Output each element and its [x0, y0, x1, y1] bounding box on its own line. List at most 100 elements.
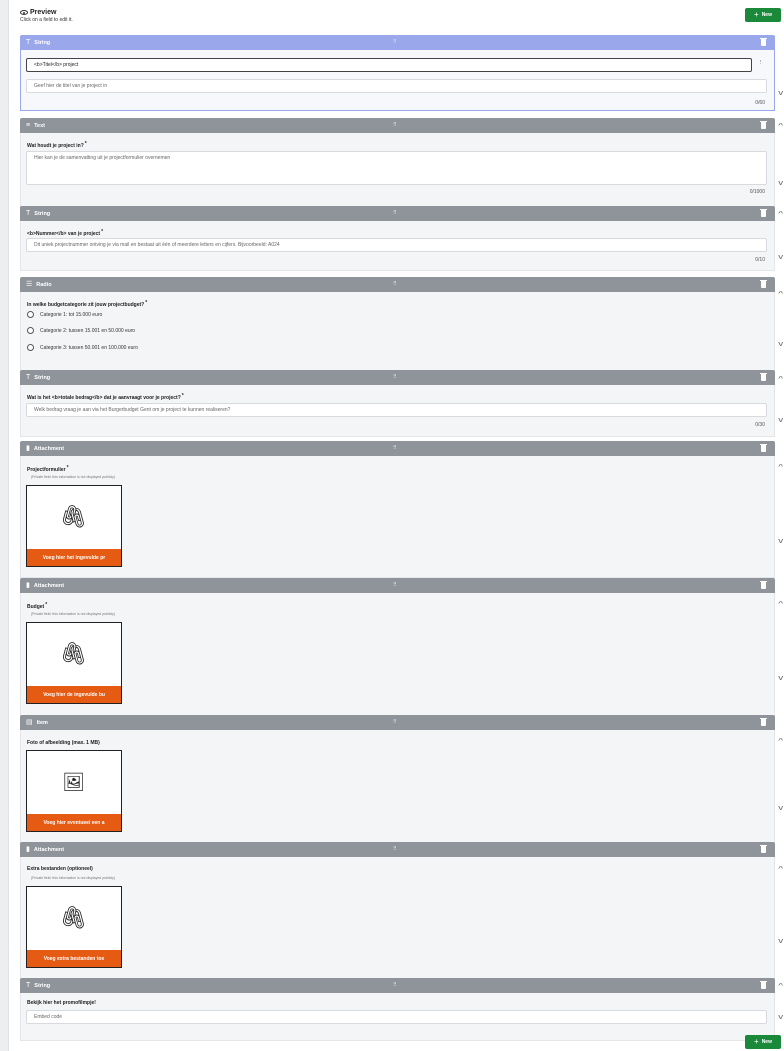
trash-icon[interactable]: [760, 580, 767, 589]
list-type-icon: ☰: [26, 281, 33, 288]
field-header[interactable]: T String ⠿: [20, 206, 775, 221]
field-body: Wat is het <b>totale bedrag</b> dat je a…: [20, 385, 775, 437]
chevron-down-icon[interactable]: v: [778, 675, 783, 682]
drag-handle-icon[interactable]: ⠿: [393, 122, 397, 128]
field-block-extra-files[interactable]: ▮ Attachment ⠿ Extra bestanden (optionee…: [20, 842, 775, 981]
drag-handle-icon[interactable]: ⠿: [393, 719, 397, 725]
field-type-label: String: [34, 210, 51, 217]
new-button-bottom[interactable]: + New: [745, 1035, 781, 1049]
trash-icon[interactable]: [760, 717, 767, 726]
chevron-down-icon[interactable]: v: [778, 538, 783, 545]
eye-icon: [20, 10, 28, 15]
field-header[interactable]: ☰ Radio ⠿: [20, 277, 775, 292]
upload-button[interactable]: Voeg hier de ingevulde bu: [27, 686, 121, 703]
chevron-up-icon[interactable]: ^: [778, 983, 783, 990]
chevron-down-icon[interactable]: v: [778, 341, 783, 348]
chevron-up-icon[interactable]: ^: [778, 866, 783, 873]
attachment-dropzone[interactable]: 🖇 Voeg extra bestanden toe: [26, 886, 122, 968]
radio-option[interactable]: Categorie 1: tot 15.000 euro: [27, 311, 102, 318]
embed-code-input[interactable]: Embed code: [26, 1010, 767, 1024]
chevron-up-icon[interactable]: ^: [778, 464, 783, 471]
radio-circle-icon[interactable]: [27, 327, 34, 334]
field-body: Wat houdt je project in?* Hier kan je de…: [20, 133, 775, 211]
field-block-photo[interactable]: ▤ Item ⠿ Foto of afbeelding (max. 1 MB) …: [20, 715, 775, 844]
field-type-label: String: [34, 374, 51, 381]
paperclip-icon: 🖇: [59, 641, 88, 666]
image-dropzone[interactable]: 🖼 Voeg hier eventueel een a: [26, 750, 122, 832]
trash-icon[interactable]: [760, 372, 767, 381]
required-toggle-icon[interactable]: .:: [760, 58, 764, 66]
field-block-title[interactable]: T String ⠿ <b>Titel</b> project Geef hie…: [20, 35, 775, 111]
trash-icon[interactable]: [760, 279, 767, 288]
trash-icon[interactable]: [760, 443, 767, 452]
field-block-amount[interactable]: T String ⠿ Wat is het <b>totale bedrag</…: [20, 370, 775, 437]
field-block-summary[interactable]: ≡ Text ⠿ Wat houdt je project in?* Hier …: [20, 118, 775, 211]
field-header[interactable]: ▮ Attachment ⠿: [20, 842, 775, 857]
field-header[interactable]: T String ⠿: [20, 370, 775, 385]
field-header[interactable]: ≡ Text ⠿: [20, 118, 775, 133]
field-type-label: Text: [34, 122, 45, 129]
drag-handle-icon[interactable]: ⠿: [393, 982, 397, 988]
chevron-up-icon[interactable]: ^: [778, 601, 783, 608]
drag-handle-icon[interactable]: ⠿: [393, 210, 397, 216]
trash-icon[interactable]: [760, 208, 767, 217]
field-label: Bekijk hier het promofilmpje!: [27, 1000, 96, 1006]
label-editor-input[interactable]: <b>Titel</b> project: [26, 58, 752, 72]
project-number-input[interactable]: Dit uniek projectnummer ontving je via m…: [26, 238, 767, 252]
field-type-label: String: [34, 39, 51, 46]
field-block-budget[interactable]: ▮ Attachment ⠿ Budget* (Private field: t…: [20, 578, 775, 716]
attachment-dropzone[interactable]: 🖇 Voeg hier het ingevulde pr: [26, 485, 122, 567]
upload-button[interactable]: Voeg hier eventueel een a: [27, 814, 121, 831]
field-type-label: Attachment: [33, 445, 65, 452]
chevron-down-icon[interactable]: v: [778, 805, 783, 812]
new-button-top[interactable]: + New: [745, 8, 781, 22]
chevron-down-icon[interactable]: v: [778, 90, 783, 97]
plus-icon: +: [754, 10, 759, 19]
field-header[interactable]: ▮ Attachment ⠿: [20, 578, 775, 593]
field-body: Foto of afbeelding (max. 1 MB) 🖼 Voeg hi…: [20, 730, 775, 844]
summary-textarea[interactable]: Hier kan je de samenvatting uit je proje…: [26, 151, 767, 185]
radio-circle-icon[interactable]: [27, 344, 34, 351]
upload-button[interactable]: Voeg hier het ingevulde pr: [27, 549, 121, 566]
field-block-budget-category[interactable]: ☰ Radio ⠿ In welke budgetcategorie zit j…: [20, 277, 775, 371]
paperclip-icon: 🖇: [59, 504, 88, 529]
placeholder-input[interactable]: Geef hier de titel van je project in: [26, 79, 767, 93]
field-header[interactable]: T String ⠿: [20, 35, 775, 50]
chevron-up-icon[interactable]: ^: [778, 376, 783, 383]
trash-icon[interactable]: [760, 37, 767, 46]
field-header[interactable]: ▤ Item ⠿: [20, 715, 775, 730]
image-icon: 🖼: [62, 771, 85, 792]
upload-button[interactable]: Voeg extra bestanden toe: [27, 950, 121, 967]
chevron-down-icon[interactable]: v: [778, 417, 783, 424]
drag-handle-icon[interactable]: ⠿: [393, 374, 397, 380]
chevron-up-icon[interactable]: ^: [778, 123, 783, 130]
radio-option[interactable]: Categorie 2: tussen 15.001 en 50.000 eur…: [27, 327, 135, 334]
amount-input[interactable]: Welk bedrag vraag je aan via het Burgerb…: [26, 403, 767, 417]
drag-handle-icon[interactable]: ⠿: [393, 445, 397, 451]
field-header[interactable]: ▮ Attachment ⠿: [20, 441, 775, 456]
field-body: <b>Nummer</b> van je project* Dit uniek …: [20, 221, 775, 271]
field-label: Wat is het <b>totale bedrag</b> dat je a…: [27, 393, 184, 401]
field-block-project-form[interactable]: ▮ Attachment ⠿ Projectformulier* (Privat…: [20, 441, 775, 578]
chevron-down-icon[interactable]: v: [778, 1014, 783, 1021]
radio-option[interactable]: Categorie 3: tussen 50.001 en 100.000 eu…: [27, 344, 138, 351]
field-block-promo-video[interactable]: T String ⠿ Bekijk hier het promofilmpje!…: [20, 978, 775, 1041]
chevron-down-icon[interactable]: v: [778, 254, 783, 261]
chevron-up-icon[interactable]: ^: [778, 291, 783, 298]
drag-handle-icon[interactable]: ⠿: [393, 39, 397, 45]
drag-handle-icon[interactable]: ⠿: [393, 846, 397, 852]
chevron-down-icon[interactable]: v: [778, 938, 783, 945]
trash-icon[interactable]: [760, 844, 767, 853]
trash-icon[interactable]: [760, 980, 767, 989]
chevron-down-icon[interactable]: v: [778, 180, 783, 187]
field-header[interactable]: T String ⠿: [20, 978, 775, 993]
radio-circle-icon[interactable]: [27, 311, 34, 318]
chevron-up-icon[interactable]: ^: [778, 738, 783, 745]
drag-handle-icon[interactable]: ⠿: [393, 582, 397, 588]
trash-icon[interactable]: [760, 120, 767, 129]
field-block-number[interactable]: T String ⠿ <b>Nummer</b> van je project*…: [20, 206, 775, 271]
file-type-icon: ▮: [26, 445, 30, 452]
attachment-dropzone[interactable]: 🖇 Voeg hier de ingevulde bu: [26, 622, 122, 704]
drag-handle-icon[interactable]: ⠿: [393, 281, 397, 287]
chevron-up-icon[interactable]: ^: [778, 211, 783, 218]
